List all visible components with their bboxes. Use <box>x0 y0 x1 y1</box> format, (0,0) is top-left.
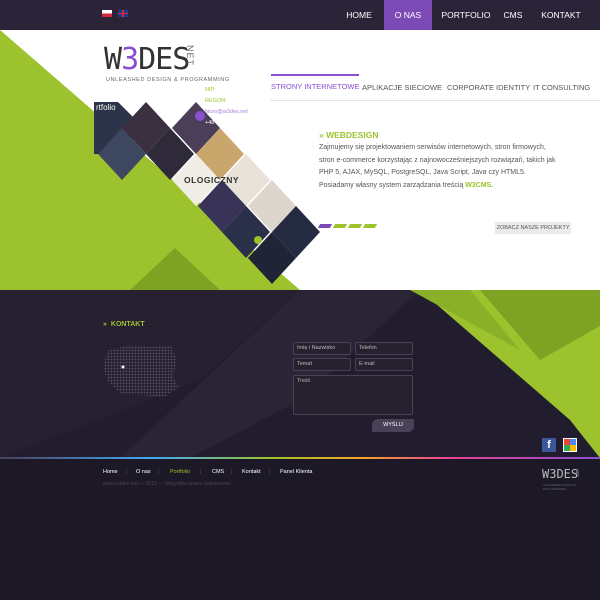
polish-flag-icon[interactable] <box>102 10 112 17</box>
tab-it-consulting[interactable]: IT CONSULTING <box>533 83 590 92</box>
address-street: ul. Grabiszyńska 108/10 <box>205 54 265 60</box>
slide-indicator-4[interactable] <box>362 224 378 228</box>
logo-des: DES <box>138 42 190 77</box>
nav-home[interactable]: HOME <box>342 0 376 30</box>
footer-logo[interactable]: W3DES <box>542 467 578 481</box>
regon-value: 340769757 <box>228 98 256 104</box>
slide-indicator-1[interactable] <box>317 224 333 228</box>
logo-net: NET <box>185 45 195 66</box>
nav-cms[interactable]: CMS <box>498 0 528 30</box>
name-field[interactable]: Imię i Nazwisko <box>293 342 351 355</box>
cms-name: W3CMS <box>465 181 492 189</box>
slide-indicator-2[interactable] <box>332 224 348 228</box>
footer-link-about[interactable]: O nas <box>136 469 151 475</box>
nip-label: NIP: <box>205 87 216 93</box>
description-line-text: Posiadamy własny system zarządzania treś… <box>319 181 464 189</box>
contact-section: » KONTAKT <box>0 290 600 458</box>
tile-caption-technologiczny: OLOGICZNY <box>184 175 240 185</box>
nav-portfolio[interactable]: PORTFOLIO <box>440 0 492 30</box>
top-bar: HOME O NAS PORTFOLIO CMS KONTAKT <box>0 0 600 36</box>
language-switcher <box>102 10 128 17</box>
contact-phone: +48 795 996 064 <box>205 120 247 126</box>
contact-background <box>0 290 600 458</box>
tab-corporate-identity[interactable]: CORPORATE IDENTITY <box>447 83 530 92</box>
send-button[interactable]: WYŚLIJ <box>372 419 414 432</box>
logo-w: W <box>104 42 122 77</box>
slide-indicator-3[interactable] <box>347 224 363 228</box>
description-line: stron e-commerce korzystając z najnowocz… <box>319 156 556 164</box>
english-flag-icon[interactable] <box>118 10 128 17</box>
nav-about[interactable]: O NAS <box>384 0 432 36</box>
contact-heading: » KONTAKT <box>103 321 145 328</box>
email-field[interactable]: E-mail <box>355 358 413 371</box>
tile-caption-portfolio: rtfolio <box>96 103 116 112</box>
description-line: Posiadamy własny system zarządzania treś… <box>319 181 494 189</box>
phone-field[interactable]: Telefon <box>355 342 413 355</box>
poland-map-icon <box>103 345 179 397</box>
footer-link-cms[interactable]: CMS <box>212 469 224 475</box>
footer-logo-net: NET <box>575 469 580 477</box>
message-field[interactable]: Treść <box>293 375 413 415</box>
site-logo[interactable]: W3DES <box>104 42 190 77</box>
footer-link-client-panel[interactable]: Panel Klienta <box>280 469 312 475</box>
nav-contact[interactable]: KONTAKT <box>534 0 588 30</box>
contact-email-link[interactable]: biuro@w3des.net <box>205 107 264 118</box>
bottom-footer: Home | O nas | Portfolio | CMS | Kontakt… <box>0 459 600 600</box>
copyright-text: www.w3des.net — 2012 — Wszystkie prawa z… <box>103 481 231 487</box>
footer-link-contact[interactable]: Kontakt <box>242 469 261 475</box>
tab-websites[interactable]: STRONY INTERNETOWE <box>271 74 360 91</box>
tabs-divider <box>270 100 600 101</box>
facebook-icon[interactable]: f <box>542 438 556 452</box>
google-icon[interactable] <box>563 438 577 452</box>
contact-address: ul. Grabiszyńska 108/10 53-437 Wrocław N… <box>205 52 264 129</box>
tab-web-applications[interactable]: APLIKACJE SIECIOWE <box>362 83 442 92</box>
see-projects-button[interactable]: ZOBACZ NASZE PROJEKTY <box>495 222 571 234</box>
address-city: 53-437 Wrocław <box>205 65 245 71</box>
footer-link-home[interactable]: Home <box>103 469 118 475</box>
footer-link-portfolio[interactable]: Portfolio <box>170 469 190 475</box>
logo-three: 3 <box>121 42 139 77</box>
description-line: PHP 5, AJAX, MySQL, PostgreSQL, Java Scr… <box>319 169 526 176</box>
footer-logo-tagline: UNLEASHED DESIGN & PROGRAMMING <box>543 483 577 491</box>
webdesign-description: Zajmujemy się projektowaniem serwisów in… <box>319 142 579 192</box>
subject-field[interactable]: Temat <box>293 358 351 371</box>
webdesign-heading: » WEBDESIGN <box>319 130 379 140</box>
slider-indicator[interactable] <box>317 224 378 228</box>
nip-value: 894-293-95-95 <box>217 87 254 93</box>
regon-label: REGON: <box>205 98 227 104</box>
description-line: Zajmujemy się projektowaniem serwisów in… <box>319 144 546 151</box>
double-chevron-icon: » <box>103 321 107 328</box>
